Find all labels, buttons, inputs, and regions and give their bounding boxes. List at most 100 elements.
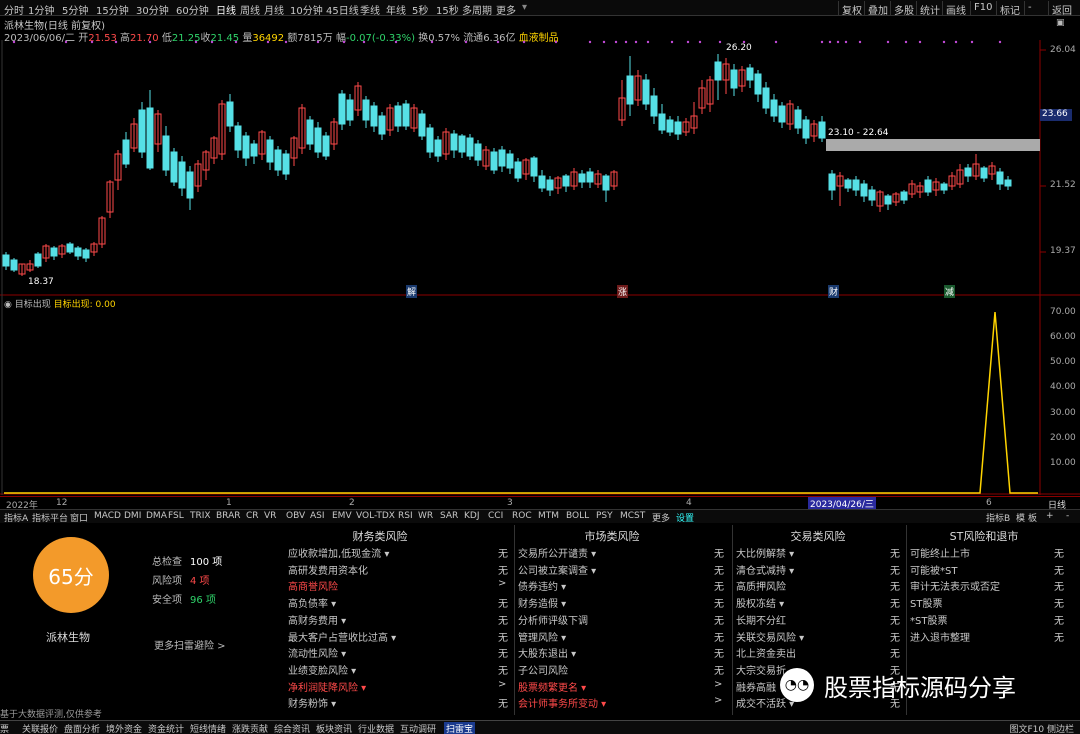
risk-item[interactable]: *ST股票 xyxy=(910,612,947,627)
tf-15min[interactable]: 15分钟 xyxy=(96,2,129,17)
overlay-button[interactable]: 叠加 xyxy=(864,1,891,17)
risk-item[interactable]: 净利润陡降风险 ▾ xyxy=(288,679,366,694)
mark-button[interactable]: 标记 xyxy=(996,1,1023,17)
tf-60min[interactable]: 60分钟 xyxy=(176,2,209,17)
risk-item[interactable]: 股票频繁更名 ▾ xyxy=(518,679,586,694)
tf-monthly[interactable]: 月线 xyxy=(264,2,284,17)
f10-button[interactable]: F10 xyxy=(970,1,995,15)
indicator-tab[interactable]: DMA xyxy=(146,511,167,521)
tf-10min[interactable]: 10分钟 xyxy=(290,2,323,17)
indicator-tab[interactable]: MTM xyxy=(538,511,559,521)
tf-5sec[interactable]: 5秒 xyxy=(412,2,428,17)
indicator-tab[interactable]: MCST xyxy=(620,511,645,521)
risk-item[interactable]: 进入退市整理 xyxy=(910,629,970,644)
risk-item[interactable]: 财务粉饰 ▾ xyxy=(288,695,336,710)
tf-1min[interactable]: 1分钟 xyxy=(28,2,54,17)
bottom-tab[interactable]: 行业数据 xyxy=(358,722,394,734)
statistics-button[interactable]: 统计 xyxy=(916,1,943,17)
event-marker-unlock[interactable]: 解 xyxy=(406,285,418,298)
indicator-tab[interactable]: OBV xyxy=(286,511,305,521)
bottom-tab[interactable]: 扫雷宝 xyxy=(444,722,476,734)
minimize-button[interactable]: - xyxy=(1024,1,1035,15)
indicator-tab[interactable]: WR xyxy=(418,511,433,521)
tf-45day[interactable]: 45日线 xyxy=(326,2,359,17)
risk-item[interactable]: 业绩变脸风险 ▾ xyxy=(288,662,356,677)
risk-item[interactable]: 分析师评级下调 xyxy=(518,612,588,627)
risk-item[interactable]: 交易所公开谴责 ▾ xyxy=(518,545,596,560)
risk-item[interactable]: 融券高融 xyxy=(736,679,776,694)
indicator-tab[interactable]: ASI xyxy=(310,511,325,521)
tf-year[interactable]: 年线 xyxy=(386,2,406,17)
chevron-down-icon[interactable]: ▾ xyxy=(522,2,527,13)
event-marker-rise[interactable]: 涨 xyxy=(617,285,629,298)
risk-item[interactable]: 北上资金卖出 xyxy=(736,645,796,660)
draw-line-button[interactable]: 画线 xyxy=(942,1,969,17)
indicator-tab[interactable]: FSL xyxy=(168,511,184,521)
bottom-tab[interactable]: 短线情绪 xyxy=(190,722,226,734)
indicator-tab[interactable]: VOL-TDX xyxy=(356,511,395,521)
event-marker-finance[interactable]: 财 xyxy=(828,285,840,298)
risk-item[interactable]: 大宗交易折 xyxy=(736,662,786,677)
risk-item[interactable]: 高商誉风险 xyxy=(288,578,338,593)
indicator-settings-icon[interactable]: ◉ xyxy=(4,300,12,310)
more-scan-link[interactable]: 更多扫雷避险 > xyxy=(154,637,226,652)
risk-item[interactable]: 股权冻结 ▾ xyxy=(736,595,784,610)
indicator-tab[interactable]: SAR xyxy=(440,511,458,521)
bottom-tab[interactable]: 境外资金 xyxy=(106,722,142,734)
risk-item[interactable]: 债券违约 ▾ xyxy=(518,578,566,593)
indicator-tab[interactable]: CR xyxy=(246,511,259,521)
multi-stock-button[interactable]: 多股 xyxy=(890,1,917,17)
indicator-tab[interactable]: PSY xyxy=(596,511,613,521)
bottom-tab[interactable]: 票 xyxy=(0,722,9,734)
bottom-tab[interactable]: 关联报价 xyxy=(22,722,58,734)
risk-item[interactable]: 会计师事务所变动 ▾ xyxy=(518,695,606,710)
bottom-tab[interactable]: 综合资讯 xyxy=(274,722,310,734)
event-marker-reduce[interactable]: 减 xyxy=(944,285,956,298)
risk-item[interactable]: 财务造假 ▾ xyxy=(518,595,566,610)
indicator-tab[interactable]: TRIX xyxy=(190,511,211,521)
risk-item[interactable]: 应收款增加,低现金流 ▾ xyxy=(288,545,389,560)
indicator-tab-b[interactable]: + xyxy=(1046,511,1054,521)
indicator-tab[interactable]: KDJ xyxy=(464,511,480,521)
risk-item[interactable]: 关联交易风险 ▾ xyxy=(736,629,804,644)
indicator-tab[interactable]: RSI xyxy=(398,511,413,521)
risk-item[interactable]: 流动性风险 ▾ xyxy=(288,645,346,660)
bottom-tab[interactable]: 涨跌贡献 xyxy=(232,722,268,734)
tf-daily[interactable]: 日线 xyxy=(216,2,236,17)
risk-item[interactable]: ST股票 xyxy=(910,595,942,610)
risk-item[interactable]: 高负债率 ▾ xyxy=(288,595,336,610)
risk-item[interactable]: 长期不分红 xyxy=(736,612,786,627)
indicator-tab[interactable]: VR xyxy=(264,511,276,521)
back-button[interactable]: 返回 xyxy=(1048,1,1075,17)
risk-item[interactable]: 最大客户占营收比过高 ▾ xyxy=(288,629,396,644)
bottom-tab[interactable]: 盘面分析 xyxy=(64,722,100,734)
tf-15sec[interactable]: 15秒 xyxy=(436,2,459,17)
indicator-name[interactable]: 目标出现 xyxy=(15,300,51,310)
indicator-tab[interactable]: MACD xyxy=(94,511,121,521)
indicator-tab[interactable]: BRAR xyxy=(216,511,240,521)
indicator-tab[interactable]: CCI xyxy=(488,511,503,521)
risk-item[interactable]: 高财务费用 ▾ xyxy=(288,612,346,627)
tf-more[interactable]: 更多 xyxy=(496,2,516,17)
indicator-tab[interactable]: EMV xyxy=(332,511,352,521)
risk-item[interactable]: 高质押风险 xyxy=(736,578,786,593)
risk-item[interactable]: 可能终止上市 xyxy=(910,545,970,560)
risk-item[interactable]: 审计无法表示或否定 xyxy=(910,578,1000,593)
bottom-tab[interactable]: 互动调研 xyxy=(400,722,436,734)
risk-item[interactable]: 清仓式减持 ▾ xyxy=(736,562,794,577)
bottom-tab[interactable]: 板块资讯 xyxy=(316,722,352,734)
risk-item[interactable]: 大股东退出 ▾ xyxy=(518,645,576,660)
indicator-tab[interactable]: ROC xyxy=(512,511,532,521)
tf-30min[interactable]: 30分钟 xyxy=(136,2,169,17)
window-control-icon[interactable]: ▣ xyxy=(1056,18,1065,28)
risk-item[interactable]: 管理风险 ▾ xyxy=(518,629,566,644)
indicator-tab[interactable]: DMI xyxy=(124,511,141,521)
tf-multi[interactable]: 多周期 xyxy=(462,2,492,17)
tf-quarter[interactable]: 季线 xyxy=(360,2,380,17)
tf-fenshi[interactable]: 分时 xyxy=(4,2,24,17)
indicator-tab-b[interactable]: - xyxy=(1066,511,1069,521)
risk-item[interactable]: 可能被*ST xyxy=(910,562,957,577)
risk-item[interactable]: 大比例解禁 ▾ xyxy=(736,545,794,560)
risk-item[interactable]: 子公司风险 xyxy=(518,662,568,677)
tf-weekly[interactable]: 周线 xyxy=(240,2,260,17)
